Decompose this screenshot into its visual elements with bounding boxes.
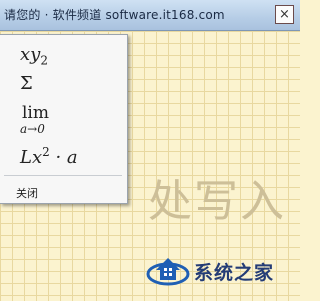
equation-context-menu: xy2 Σ lim a→0 Lx2 · a 关闭 (0, 34, 128, 204)
menu-item-close[interactable]: 关闭 (16, 185, 38, 201)
limit-operator: lim (22, 103, 49, 123)
menu-item-sigma[interactable]: Σ (0, 71, 126, 99)
title-bar: 请您的 · 软件频道 software.it168.com × (0, 0, 300, 31)
menu-item-subscript-expression[interactable]: xy2 (0, 41, 126, 68)
limit-subscript: a→0 (20, 122, 45, 136)
site-logo: 系统之家 (146, 250, 296, 290)
power-expression: Lx2 · a (20, 145, 78, 168)
logo-text: 系统之家 (194, 262, 275, 284)
handwriting-hint: 处写入 (148, 176, 286, 227)
window-title: 请您的 · 软件频道 software.it168.com (4, 8, 225, 22)
subscript-expression: xy2 (20, 44, 48, 68)
menu-item-power-expression[interactable]: Lx2 · a (0, 143, 126, 171)
menu-separator (4, 175, 122, 176)
sigma-symbol: Σ (20, 73, 33, 94)
house-logo-icon (146, 258, 190, 286)
menu-item-limit[interactable]: lim a→0 (0, 101, 126, 141)
close-window-button[interactable]: × (275, 5, 294, 24)
